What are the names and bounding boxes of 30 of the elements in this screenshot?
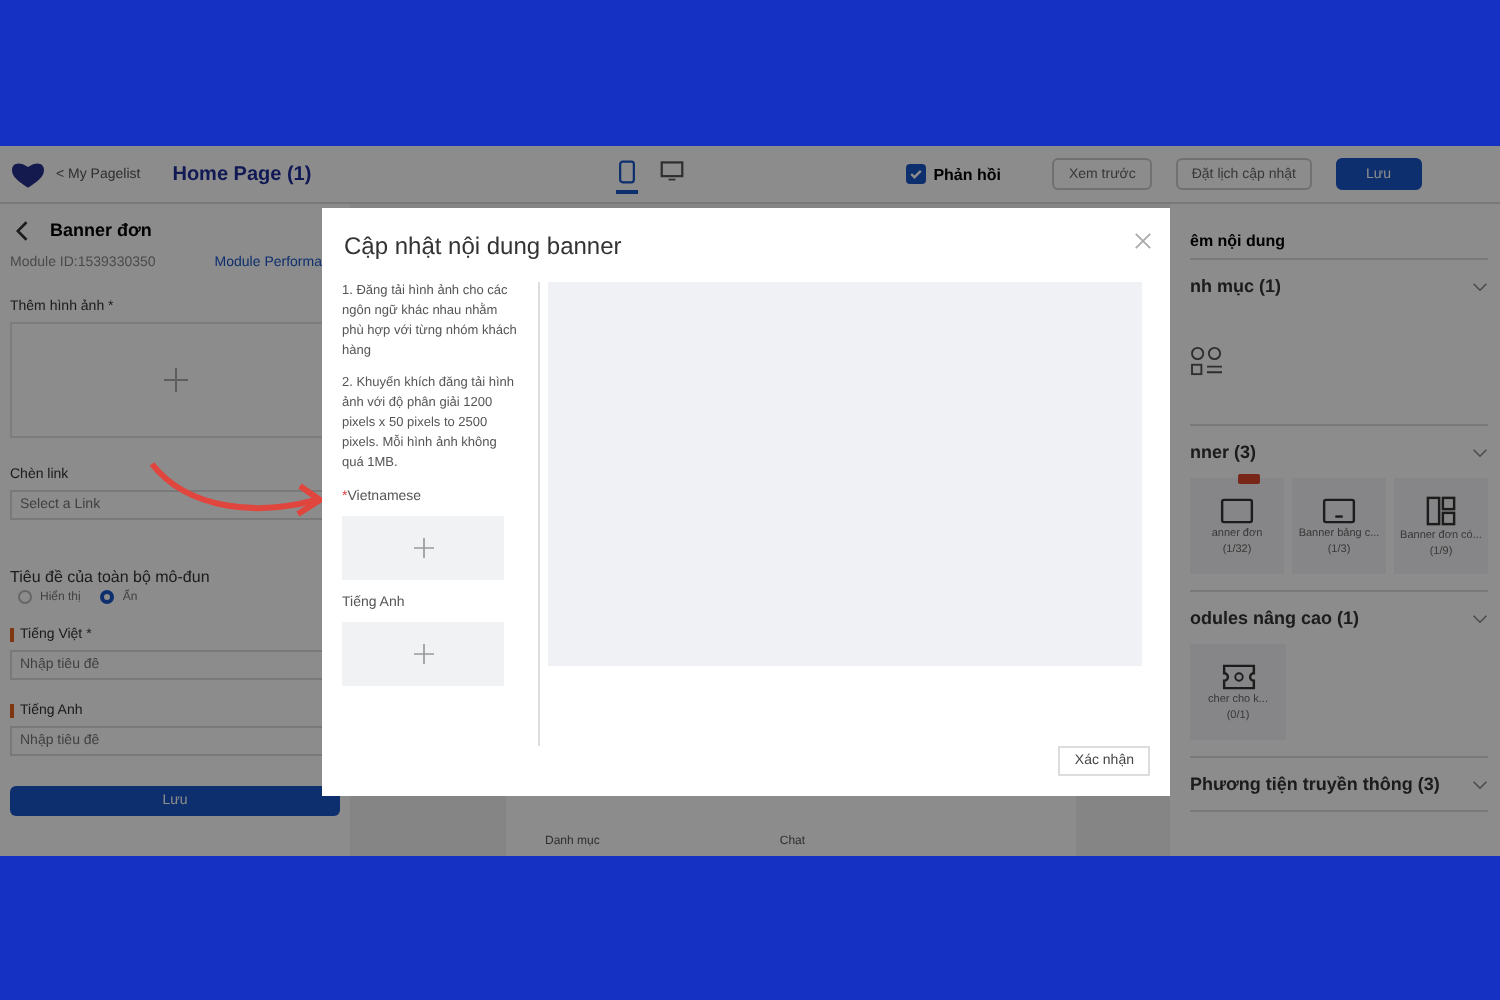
- close-icon[interactable]: [1134, 232, 1152, 250]
- feedback-checkbox[interactable]: [905, 164, 926, 184]
- page-title: Home Page (1): [172, 163, 312, 185]
- section-title[interactable]: nh mục (1): [1190, 276, 1282, 296]
- section-title[interactable]: Phương tiện truyền thông (3): [1190, 774, 1440, 794]
- panel-title: êm nội dung: [1190, 204, 1488, 260]
- hot-badge-icon: [1238, 474, 1260, 484]
- panel-title: Banner đơn: [50, 220, 152, 240]
- chevron-icon[interactable]: [1472, 613, 1488, 623]
- layout-icon: [1426, 495, 1456, 525]
- chevron-icon[interactable]: [1472, 779, 1488, 789]
- section-title[interactable]: nner (3): [1190, 442, 1257, 462]
- category-icon: [1190, 345, 1224, 375]
- phone-icon[interactable]: [615, 155, 638, 193]
- back-icon[interactable]: [16, 219, 30, 241]
- plus-icon: [163, 368, 187, 392]
- field-label: Tiêu đề của toàn bộ mô-đun: [10, 568, 212, 586]
- feedback-label: Phản hồi: [933, 165, 1001, 183]
- ticket-icon: [1221, 663, 1255, 689]
- radio-button[interactable]: [100, 590, 115, 604]
- radio-button[interactable]: [18, 590, 32, 604]
- plus-icon: [413, 538, 433, 558]
- banner-icon: [1322, 497, 1356, 523]
- logo-icon: [12, 161, 44, 187]
- chevron-icon[interactable]: [1472, 281, 1488, 291]
- section-title[interactable]: odules nâng cao (1): [1190, 608, 1360, 628]
- plus-icon: [413, 644, 433, 664]
- chevron-icon[interactable]: [1472, 447, 1488, 457]
- banner-icon: [1220, 497, 1254, 523]
- dialog-title: Cập nhật nội dung banner: [344, 232, 622, 264]
